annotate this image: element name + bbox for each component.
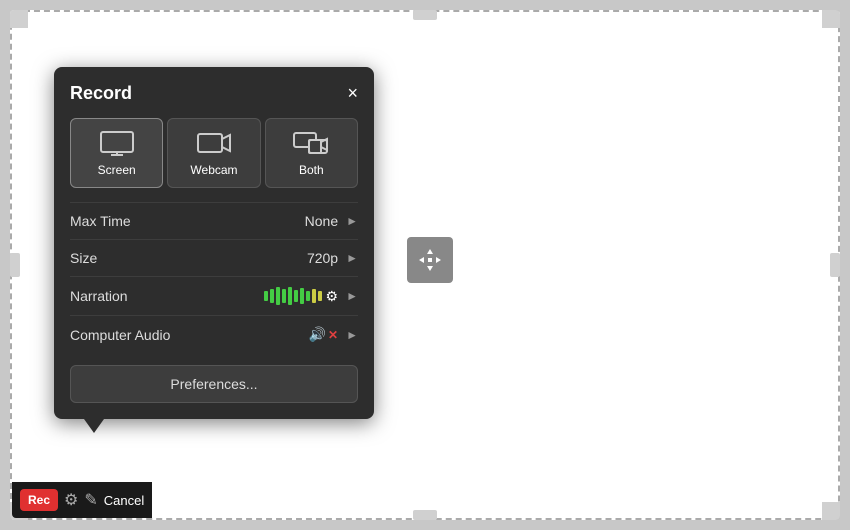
computer-audio-row: Computer Audio 🔊 ✕ ► — [70, 315, 358, 353]
handle-bottom-mid[interactable] — [413, 510, 437, 520]
bar-1 — [264, 291, 268, 301]
bar-4 — [282, 289, 286, 303]
narration-arrow[interactable]: ► — [346, 289, 358, 303]
bar-5 — [288, 287, 292, 305]
bar-7 — [300, 288, 304, 304]
computer-audio-arrow[interactable]: ► — [346, 328, 358, 342]
panel-header: Record × — [70, 83, 358, 104]
narration-label: Narration — [70, 288, 264, 304]
bar-10 — [318, 291, 322, 301]
cancel-button[interactable]: Cancel — [104, 493, 144, 508]
muted-icon: ✕ — [328, 328, 338, 342]
bar-2 — [270, 289, 274, 303]
bar-8 — [306, 291, 310, 301]
mode-both-button[interactable]: Both — [265, 118, 358, 188]
max-time-arrow[interactable]: ► — [346, 214, 358, 228]
mode-webcam-button[interactable]: Webcam — [167, 118, 260, 188]
computer-audio-label: Computer Audio — [70, 327, 309, 343]
close-button[interactable]: × — [347, 83, 358, 104]
edit-icon[interactable]: ✎ — [84, 490, 97, 510]
handle-bottom-right[interactable] — [822, 502, 840, 520]
mode-screen-button[interactable]: Screen — [70, 118, 163, 188]
narration-audio-bars — [264, 287, 322, 305]
record-button[interactable]: Rec — [20, 489, 58, 511]
handle-right-mid[interactable] — [830, 253, 840, 277]
handle-top-left[interactable] — [10, 10, 28, 28]
panel-pointer — [84, 419, 104, 433]
bar-3 — [276, 287, 280, 305]
bar-6 — [294, 290, 298, 302]
screen-capture-area: Record × Screen Webcam — [10, 10, 840, 520]
mic-icon: ⚙ — [326, 288, 339, 305]
handle-left-mid[interactable] — [10, 253, 20, 277]
mode-buttons-group: Screen Webcam Both — [70, 118, 358, 188]
mode-both-label: Both — [299, 163, 324, 177]
preferences-button[interactable]: Preferences... — [70, 365, 358, 403]
speaker-icon: 🔊 — [309, 326, 326, 343]
max-time-label: Max Time — [70, 213, 305, 229]
mode-screen-label: Screen — [98, 163, 136, 177]
bar-9 — [312, 289, 316, 303]
record-panel: Record × Screen Webcam — [54, 67, 374, 419]
settings-icon[interactable]: ⚙ — [64, 490, 78, 510]
size-label: Size — [70, 250, 307, 266]
move-handle[interactable] — [407, 237, 453, 283]
bottom-toolbar: Rec ⚙ ✎ Cancel — [12, 482, 152, 518]
panel-title: Record — [70, 83, 132, 104]
handle-top-right[interactable] — [822, 10, 840, 28]
max-time-row: Max Time None ► — [70, 202, 358, 239]
size-row: Size 720p ► — [70, 239, 358, 276]
narration-row: Narration ⚙ ► — [70, 276, 358, 315]
max-time-value: None — [305, 213, 338, 229]
size-arrow[interactable]: ► — [346, 251, 358, 265]
handle-top-mid[interactable] — [413, 10, 437, 20]
size-value: 720p — [307, 250, 338, 266]
mode-webcam-label: Webcam — [190, 163, 237, 177]
